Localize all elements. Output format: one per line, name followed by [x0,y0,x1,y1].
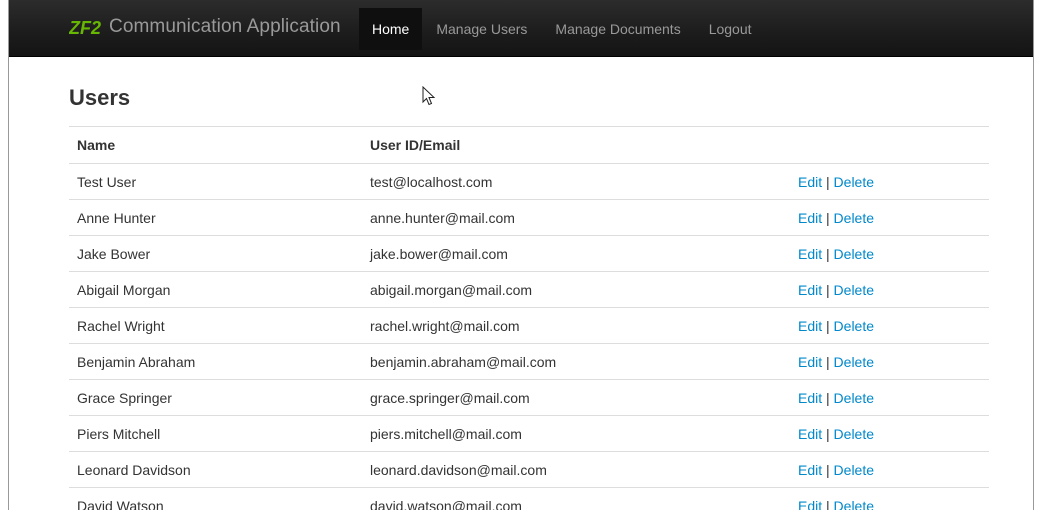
user-email-cell: anne.hunter@mail.com [362,199,790,236]
edit-link[interactable]: Edit [798,462,822,478]
table-row: Test User test@localhost.com Edit | Delete [69,163,989,200]
user-email-cell: abigail.morgan@mail.com [362,271,790,308]
table-row: Jake Bower jake.bower@mail.com Edit | Dele… [69,235,989,272]
action-separator: | [826,209,830,226]
user-name-cell: Anne Hunter [69,199,362,236]
user-email-cell: piers.mitchell@mail.com [362,415,790,452]
action-separator: | [826,173,830,190]
actions-cell: Edit | Delete [790,307,989,344]
header-email: User ID/Email [362,126,790,164]
actions-cell: Edit | Delete [790,379,989,416]
actions-cell: Edit | Delete [790,451,989,488]
table-row: David Watson david.watson@mail.com Edit | … [69,487,989,510]
actions-cell: Edit | Delete [790,271,989,308]
actions-cell: Edit | Delete [790,343,989,380]
actions-cell: Edit | Delete [790,199,989,236]
delete-link[interactable]: Delete [834,390,874,406]
edit-link[interactable]: Edit [798,426,822,442]
edit-link[interactable]: Edit [798,354,822,370]
user-email-cell: benjamin.abraham@mail.com [362,343,790,380]
header-name: Name [69,126,362,164]
table-header-row: Name User ID/Email [69,126,989,164]
user-email-cell: grace.springer@mail.com [362,379,790,416]
table-row: Piers Mitchell piers.mitchell@mail.com Edi… [69,415,989,452]
delete-link[interactable]: Delete [834,210,874,226]
mouse-pointer-icon [422,86,436,106]
nav-manage-documents[interactable]: Manage Documents [541,8,694,50]
action-separator: | [826,353,830,370]
user-email-cell: leonard.davidson@mail.com [362,451,790,488]
delete-link[interactable]: Delete [834,498,874,510]
brand[interactable]: ZF2 Communication Application [69,14,341,40]
table-row: Rachel Wright rachel.wright@mail.com Edit … [69,307,989,344]
delete-link[interactable]: Delete [834,462,874,478]
delete-link[interactable]: Delete [834,174,874,190]
edit-link[interactable]: Edit [798,390,822,406]
actions-cell: Edit | Delete [790,415,989,452]
top-navbar: ZF2 Communication Application Home Manag… [9,0,1033,57]
user-name-cell: Grace Springer [69,379,362,416]
nav-manage-users[interactable]: Manage Users [422,8,541,50]
user-name-cell: David Watson [69,487,362,510]
delete-link[interactable]: Delete [834,282,874,298]
action-separator: | [826,317,830,334]
delete-link[interactable]: Delete [834,354,874,370]
action-separator: | [826,425,830,442]
user-email-cell: david.watson@mail.com [362,487,790,510]
edit-link[interactable]: Edit [798,246,822,262]
table-row: Anne Hunter anne.hunter@mail.com Edit | De… [69,199,989,236]
action-separator: | [826,281,830,298]
nav-home[interactable]: Home [359,8,423,50]
main-content: Users Name User ID/Email Test User test@l… [69,80,989,510]
user-name-cell: Piers Mitchell [69,415,362,452]
edit-link[interactable]: Edit [798,210,822,226]
header-actions [790,126,989,164]
user-name-cell: Leonard Davidson [69,451,362,488]
brand-title: Communication Application [109,16,341,37]
delete-link[interactable]: Delete [834,426,874,442]
user-email-cell: rachel.wright@mail.com [362,307,790,344]
actions-cell: Edit | Delete [790,163,989,200]
user-name-cell: Test User [69,163,362,200]
actions-cell: Edit | Delete [790,487,989,510]
edit-link[interactable]: Edit [798,318,822,334]
action-separator: | [826,245,830,262]
page-title: Users [69,85,131,110]
action-separator: | [826,461,830,478]
browser-viewport: ZF2 Communication Application Home Manag… [8,0,1034,510]
svg-text:ZF2: ZF2 [69,18,101,37]
user-email-cell: jake.bower@mail.com [362,235,790,272]
delete-link[interactable]: Delete [834,246,874,262]
edit-link[interactable]: Edit [798,282,822,298]
zf2-logo-icon: ZF2 [69,18,101,37]
table-row: Grace Springer grace.springer@mail.com Edi… [69,379,989,416]
delete-link[interactable]: Delete [834,318,874,334]
table-body: Test User test@localhost.com Edit | Delete… [69,163,989,510]
user-name-cell: Abigail Morgan [69,271,362,308]
user-name-cell: Rachel Wright [69,307,362,344]
actions-cell: Edit | Delete [790,235,989,272]
user-name-cell: Benjamin Abraham [69,343,362,380]
user-name-cell: Jake Bower [69,235,362,272]
action-separator: | [826,497,830,510]
edit-link[interactable]: Edit [798,174,822,190]
users-table: Name User ID/Email Test User test@localho… [69,126,989,510]
table-row: Leonard Davidson leonard.davidson@mail.co… [69,451,989,488]
main-nav: Home Manage Users Manage Documents Logou… [359,8,766,50]
nav-logout[interactable]: Logout [695,8,766,50]
table-row: Benjamin Abraham benjamin.abraham@mail.co… [69,343,989,380]
edit-link[interactable]: Edit [798,498,822,510]
action-separator: | [826,389,830,406]
table-row: Abigail Morgan abigail.morgan@mail.com Edi… [69,271,989,308]
user-email-cell: test@localhost.com [362,163,790,200]
